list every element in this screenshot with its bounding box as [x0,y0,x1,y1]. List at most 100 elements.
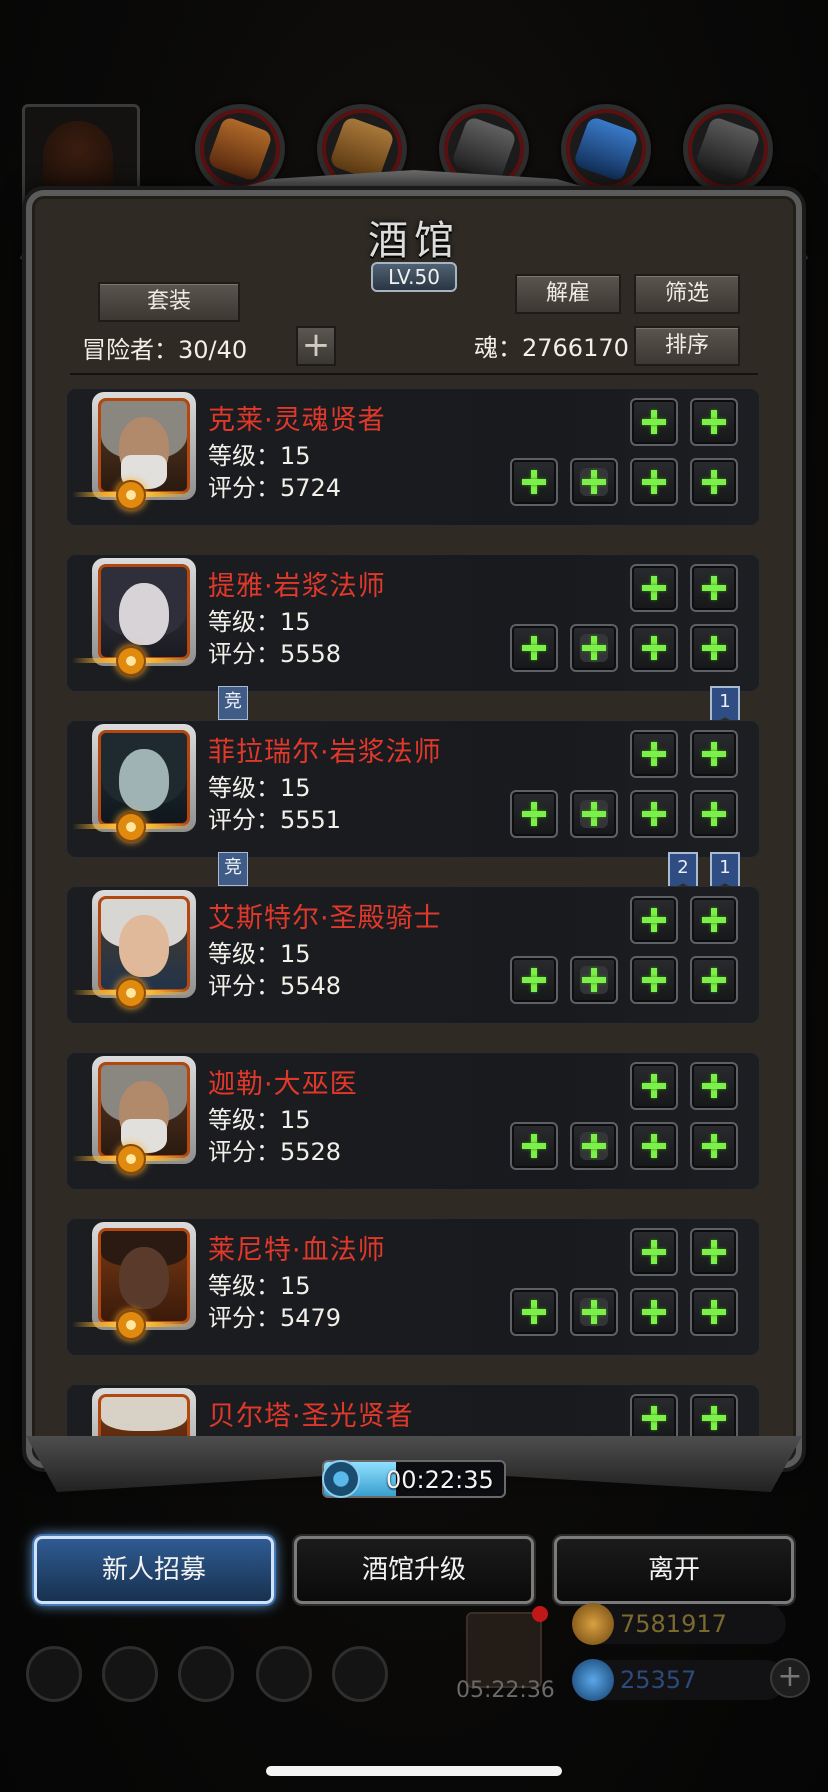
leave-button[interactable]: 离开 [554,1536,794,1604]
arena-tag: 竞 [218,852,248,886]
add-gems-button[interactable]: + [770,1658,810,1698]
equip-slot[interactable] [690,896,738,944]
guild-icon[interactable] [102,1646,158,1702]
equip-slot[interactable] [630,730,678,778]
armor-equip-slot[interactable] [570,790,618,838]
plus-icon [642,742,666,766]
equip-slot[interactable] [630,896,678,944]
weapon-equip-slot[interactable] [510,624,558,672]
hero-level: 等级：15 [208,1272,311,1300]
plus-icon [522,636,546,660]
weapon-equip-slot[interactable] [510,790,558,838]
plus-icon [642,802,666,826]
equip-slot[interactable] [630,956,678,1004]
armor-equip-slot[interactable] [570,458,618,506]
equip-slot[interactable] [690,790,738,838]
gem-amount: 25357 [620,1666,697,1694]
hero-score: 评分：5528 [208,1138,342,1166]
equip-slot[interactable] [630,1122,678,1170]
equip-slot[interactable] [630,564,678,612]
settings-icon[interactable] [26,1646,82,1702]
upgrade-tavern-button[interactable]: 酒馆升级 [294,1536,534,1604]
equip-slot[interactable] [690,1288,738,1336]
rank-emblem-icon [72,1144,192,1174]
gold-coin-icon [572,1603,614,1645]
mail-icon[interactable] [256,1646,312,1702]
equip-slot[interactable] [690,1122,738,1170]
hero-score: 评分：5479 [208,1304,342,1332]
home-indicator[interactable] [266,1766,562,1776]
divider [70,373,758,375]
armor-equip-slot[interactable] [570,624,618,672]
hero-name: 艾斯特尔·圣殿骑士 [208,903,442,934]
hero-card[interactable]: 艾斯特尔·圣殿骑士 等级：15 评分：5548 [66,886,760,1024]
hero-card[interactable]: 迦勒·大巫医 等级：15 评分：5528 [66,1052,760,1190]
sort-button[interactable]: 排序 [634,326,740,366]
equip-slot[interactable] [690,458,738,506]
weapon-equip-slot[interactable] [510,956,558,1004]
hero-card[interactable]: 克莱·灵魂贤者 等级：15 评分：5724 [66,388,760,526]
equip-slot[interactable] [630,1394,678,1440]
plus-icon [642,1240,666,1264]
rank-icon[interactable] [178,1646,234,1702]
refresh-timer-text: 00:22:35 [386,1466,494,1494]
dismiss-button[interactable]: 解雇 [515,274,621,314]
plus-icon [642,576,666,600]
plus-icon [702,1134,726,1158]
plus-icon [582,802,606,826]
gift-box-icon[interactable] [466,1606,548,1688]
weapon-equip-slot[interactable] [510,1288,558,1336]
armor-equip-slot[interactable] [570,1122,618,1170]
gloves-icon [450,115,518,183]
equip-slot[interactable] [690,730,738,778]
hero-score: 评分：5548 [208,972,342,1000]
equip-slot[interactable] [630,624,678,672]
plus-icon [702,576,726,600]
weapon-equip-slot[interactable] [510,1122,558,1170]
equip-slot[interactable] [630,1062,678,1110]
plus-icon [582,968,606,992]
equip-slot[interactable] [630,790,678,838]
hero-name: 迦勒·大巫医 [208,1069,358,1100]
equip-slot[interactable] [630,458,678,506]
equip-slot[interactable] [630,1288,678,1336]
filter-button[interactable]: 筛选 [634,274,740,314]
weapon-equip-slot[interactable] [510,458,558,506]
hero-list[interactable]: 克莱·灵魂贤者 等级：15 评分：5724 提雅·岩浆法师 等级：15 评分：5… [66,388,760,1440]
recruit-button[interactable]: 新人招募 [34,1536,274,1604]
hero-card[interactable]: 贝尔塔·圣光贤者 [66,1384,760,1440]
wings-equip-slot[interactable] [561,104,651,194]
rank-emblem-icon [72,1310,192,1340]
equip-slot[interactable] [690,1394,738,1440]
plus-icon [702,908,726,932]
suit-button[interactable]: 套装 [98,282,240,322]
hero-card[interactable]: 莱尼特·血法师 等级：15 评分：5479 [66,1218,760,1356]
hero-card[interactable]: 菲拉瑞尔·岩浆法师 等级：15 评分：5551 [66,720,760,858]
equip-slot[interactable] [690,956,738,1004]
armor-equip-slot[interactable] [570,956,618,1004]
armor-equip-slot[interactable] [570,1288,618,1336]
plus-icon [702,1074,726,1098]
boots-equip-slot[interactable] [683,104,773,194]
plus-icon [642,908,666,932]
plus-icon [522,968,546,992]
inventory-icon[interactable] [332,1646,388,1702]
hero-portrait[interactable] [92,1388,196,1440]
plus-icon [642,410,666,434]
add-capacity-button[interactable]: + [296,326,336,366]
plus-icon [702,470,726,494]
equip-slot[interactable] [690,624,738,672]
hero-level: 等级：15 [208,774,311,802]
rank-emblem-icon [72,978,192,1008]
equip-slot[interactable] [690,1062,738,1110]
equip-slot[interactable] [690,1228,738,1276]
hero-card[interactable]: 提雅·岩浆法师 等级：15 评分：5558 [66,554,760,692]
equip-slot[interactable] [690,564,738,612]
equip-slot[interactable] [630,398,678,446]
plus-icon [642,470,666,494]
page-title: 酒馆 [368,218,460,264]
equip-slot[interactable] [630,1228,678,1276]
equip-slot[interactable] [690,398,738,446]
arena-tag: 竞 [218,686,248,720]
plus-icon [582,636,606,660]
